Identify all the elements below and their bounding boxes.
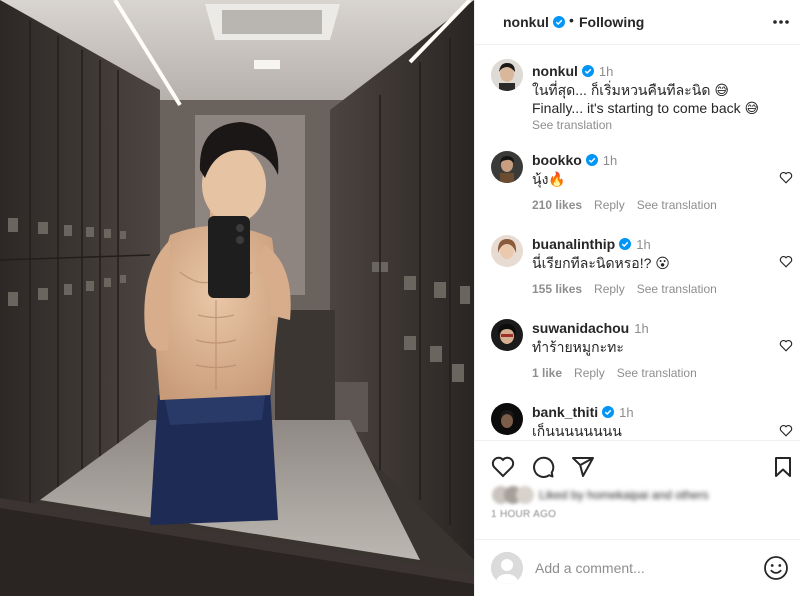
comment-item: bookko 1h นุ้ง🔥 210 likes Reply See transla…	[475, 145, 800, 229]
comment-likes[interactable]: 210 likes	[532, 198, 582, 212]
emoji-icon[interactable]	[763, 555, 789, 581]
verified-badge-icon	[552, 16, 565, 28]
avatar-image	[491, 319, 523, 351]
comments-list[interactable]: nonkul 1h ในที่สุด... ก็เริ่มหวนคืนทีละนิ…	[475, 44, 800, 440]
comment-username[interactable]: buanalinthip	[532, 236, 615, 252]
avatar-image	[491, 403, 523, 435]
comment-item: bank_thiti 1h เก็นนนนนนนน	[475, 397, 800, 440]
comment-likes[interactable]: 155 likes	[532, 282, 582, 296]
comment-text: เก็นนนนนนนน	[532, 423, 622, 439]
comment-time: 1h	[619, 405, 634, 420]
avatar-suwanidachou[interactable]	[491, 319, 523, 351]
bookmark-icon[interactable]	[771, 455, 795, 479]
comment-username[interactable]: suwanidachou	[532, 320, 629, 336]
mirror-selfie-image	[0, 0, 474, 596]
heart-icon[interactable]	[779, 339, 793, 352]
comment-icon[interactable]	[531, 455, 555, 479]
author-username[interactable]: nonkul	[503, 14, 565, 30]
comment-text: นี่เรียกทีละนิดหรอ!? 😮	[532, 255, 670, 271]
avatar-bookko[interactable]	[491, 151, 523, 183]
post-detail-panel: nonkul • Following nonkul 1h ในที่สุด... …	[474, 0, 800, 596]
post-actions: Liked by homekaipai and others 1 HOUR AG…	[475, 440, 800, 596]
avatar-buanalinthip[interactable]	[491, 235, 523, 267]
caption-text-english: Finally... it's starting to come back 😅	[532, 100, 760, 116]
comment-time: 1h	[636, 237, 651, 252]
see-translation-button[interactable]: See translation	[617, 366, 697, 380]
comment-text: ทำร้ายหมูกะทะ	[532, 339, 624, 355]
comment-username[interactable]: bank_thiti	[532, 404, 598, 420]
verified-badge-icon	[581, 65, 594, 77]
avatar-bank_thiti[interactable]	[491, 403, 523, 435]
more-options-icon[interactable]	[771, 14, 791, 30]
liked-by-avatars	[492, 486, 534, 504]
caption-username[interactable]: nonkul	[532, 63, 578, 79]
comment-likes[interactable]: 1 like	[532, 366, 562, 380]
post-timestamp: 1 HOUR AGO	[491, 509, 557, 520]
post-photo[interactable]	[0, 0, 474, 596]
comment-item: buanalinthip 1h นี่เรียกทีละนิดหรอ!? 😮 15…	[475, 229, 800, 313]
reply-button[interactable]: Reply	[594, 282, 625, 296]
separator-dot: •	[569, 12, 574, 28]
add-comment-input[interactable]	[535, 556, 755, 580]
heart-icon[interactable]	[779, 424, 793, 437]
caption: nonkul 1h ในที่สุด... ก็เริ่มหวนคืนทีละนิ…	[475, 45, 800, 137]
current-user-avatar	[491, 552, 523, 584]
heart-icon[interactable]	[779, 255, 793, 268]
verified-badge-icon	[602, 406, 615, 418]
liked-by-text[interactable]: Liked by homekaipai and others	[539, 488, 708, 502]
comment-item: suwanidachou 1h ทำร้ายหมูกะทะ 1 like Reply…	[475, 313, 800, 397]
caption-time: 1h	[598, 64, 614, 79]
share-icon[interactable]	[571, 455, 595, 479]
verified-badge-icon	[619, 238, 632, 250]
avatar-image	[491, 151, 523, 183]
see-translation-button[interactable]: See translation	[637, 282, 717, 296]
comment-username[interactable]: bookko	[532, 152, 582, 168]
caption-see-translation[interactable]: See translation	[532, 118, 612, 132]
verified-badge-icon	[585, 154, 598, 166]
reply-button[interactable]: Reply	[574, 366, 605, 380]
following-button[interactable]: Following	[579, 14, 644, 30]
reply-button[interactable]: Reply	[594, 198, 625, 212]
avatar-image	[491, 235, 523, 267]
liked-by-row[interactable]: Liked by homekaipai and others	[491, 485, 761, 505]
comment-time: 1h	[602, 153, 618, 168]
comment-composer	[475, 539, 800, 596]
post-header: nonkul • Following	[475, 0, 800, 44]
author-username-text[interactable]: nonkul	[503, 14, 549, 30]
heart-icon[interactable]	[779, 171, 793, 184]
like-heart-icon[interactable]	[491, 455, 515, 479]
user-placeholder-icon	[491, 552, 523, 584]
comment-time: 1h	[634, 321, 649, 336]
avatar-nonkul[interactable]	[491, 59, 523, 91]
avatar-image	[491, 59, 523, 91]
caption-text-thai: ในที่สุด... ก็เริ่มหวนคืนทีละนิด 😅	[532, 82, 729, 98]
comment-text: นุ้ง🔥	[532, 171, 566, 187]
see-translation-button[interactable]: See translation	[637, 198, 717, 212]
